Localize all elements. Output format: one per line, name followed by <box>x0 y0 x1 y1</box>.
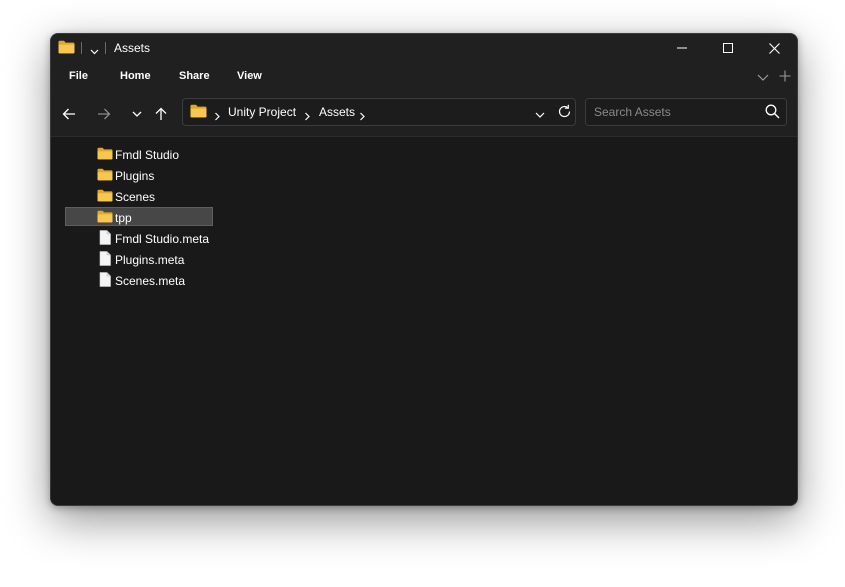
list-item[interactable]: Plugins <box>65 165 213 184</box>
chevron-down-icon <box>132 111 142 117</box>
chevron-right-icon[interactable] <box>304 108 311 126</box>
recent-locations-button[interactable] <box>125 102 149 126</box>
refresh-icon[interactable] <box>557 104 572 124</box>
plus-icon[interactable] <box>779 69 791 87</box>
list-item[interactable]: Fmdl Studio.meta <box>65 228 213 247</box>
address-bar[interactable]: Unity Project Assets <box>182 98 576 126</box>
window-title: Assets <box>114 41 151 55</box>
menu-file[interactable]: File <box>69 70 88 82</box>
arrow-right-icon <box>98 108 111 120</box>
file-name: Scenes <box>115 190 156 204</box>
search-icon[interactable] <box>765 104 780 124</box>
arrow-left-icon <box>62 108 75 120</box>
menu-home[interactable]: Home <box>120 70 151 82</box>
search-input[interactable] <box>594 99 754 125</box>
quick-access-divider <box>81 42 82 54</box>
forward-button[interactable] <box>92 102 116 126</box>
close-button[interactable] <box>751 34 797 62</box>
expand-ribbon-icon[interactable] <box>757 70 769 88</box>
list-item[interactable]: Fmdl Studio <box>65 144 213 163</box>
file-name: Scenes.meta <box>115 274 186 288</box>
chevron-right-icon[interactable] <box>214 108 221 126</box>
minimize-button[interactable] <box>659 34 705 62</box>
chevron-down-icon[interactable] <box>90 43 99 61</box>
minimize-icon <box>677 47 687 49</box>
list-item[interactable]: Plugins.meta <box>65 249 213 268</box>
file-name: tpp <box>115 211 132 225</box>
folder-icon <box>97 168 113 186</box>
folder-icon <box>97 189 113 207</box>
file-name: Plugins.meta <box>115 253 185 267</box>
close-icon <box>768 42 780 54</box>
arrow-up-icon <box>155 107 167 120</box>
navigation-bar: Unity Project Assets <box>51 92 797 137</box>
menu-share[interactable]: Share <box>179 70 210 82</box>
folder-icon <box>97 210 113 228</box>
maximize-icon <box>723 43 733 53</box>
search-box[interactable] <box>585 98 787 126</box>
title-bar[interactable]: Assets <box>51 34 797 62</box>
chevron-right-icon[interactable] <box>359 108 366 126</box>
file-name: Fmdl Studio.meta <box>115 232 210 246</box>
up-button[interactable] <box>149 102 173 126</box>
quick-access-divider <box>105 42 106 54</box>
explorer-window: Assets File Home Share View Unity Projec… <box>50 33 798 506</box>
menu-view[interactable]: View <box>237 70 262 82</box>
address-history-dropdown-icon[interactable] <box>535 107 545 125</box>
file-name: Plugins <box>115 169 155 183</box>
folder-icon <box>190 104 207 123</box>
list-item[interactable]: Scenes.meta <box>65 270 213 289</box>
ribbon-menu: File Home Share View <box>51 62 797 92</box>
file-icon <box>97 251 113 271</box>
file-icon <box>97 272 113 292</box>
file-icon <box>97 230 113 250</box>
breadcrumb-unity-project[interactable]: Unity Project <box>228 105 296 119</box>
folder-icon <box>58 40 75 59</box>
file-list[interactable]: Fmdl Studio Plugins Scenes tpp Fmdl Stud… <box>51 137 797 505</box>
list-item-selected[interactable]: tpp <box>65 207 213 226</box>
list-item[interactable]: Scenes <box>65 186 213 205</box>
breadcrumb-assets[interactable]: Assets <box>319 105 355 119</box>
maximize-button[interactable] <box>705 34 751 62</box>
back-button[interactable] <box>57 102 81 126</box>
file-name: Fmdl Studio <box>115 148 180 162</box>
folder-icon <box>97 147 113 165</box>
